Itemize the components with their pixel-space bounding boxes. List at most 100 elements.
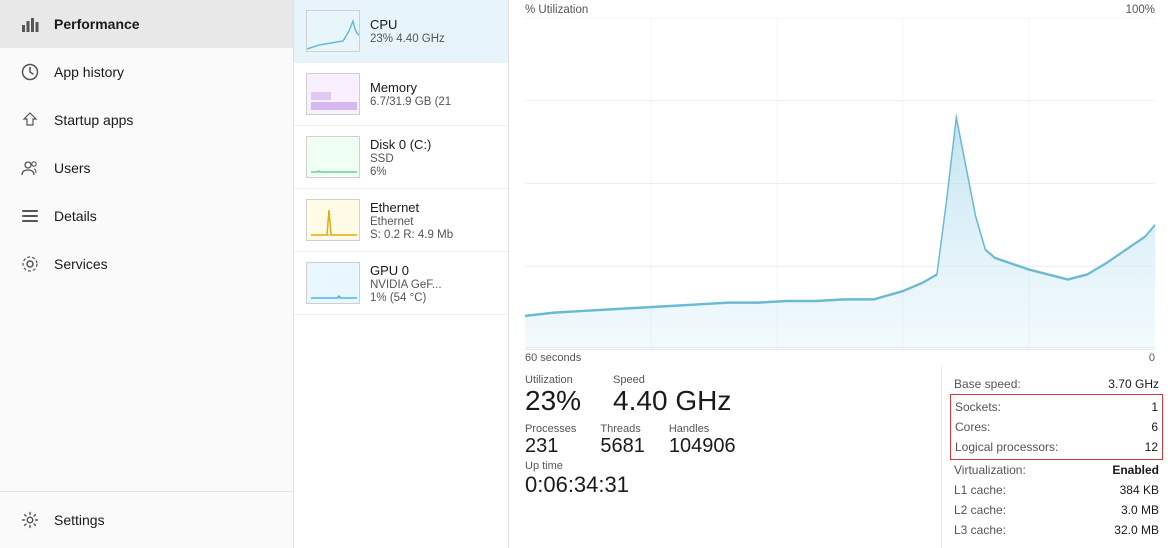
- utilization-block: Utilization 23%: [525, 374, 581, 417]
- ethernet-info: Ethernet Ethernet S: 0.2 R: 4.9 Mb: [370, 200, 496, 241]
- sidebar-item-startup-apps[interactable]: Startup apps: [0, 96, 293, 144]
- specs-panel: Base speed: 3.70 GHz Sockets: 1 Cores: 6…: [941, 366, 1171, 548]
- settings-icon: [20, 510, 40, 530]
- disk-sub2: 6%: [370, 166, 496, 178]
- spec-l2: L2 cache: 3.0 MB: [954, 500, 1159, 520]
- uptime-value: 0:06:34:31: [525, 472, 925, 498]
- zero-label: 0: [1149, 352, 1155, 364]
- l3-value: 32.0 MB: [1114, 523, 1159, 537]
- chart-footer: 60 seconds 0: [509, 350, 1171, 366]
- disk-name: Disk 0 (C:): [370, 137, 496, 152]
- gpu-thumbnail: [306, 262, 360, 304]
- l3-label: L3 cache:: [954, 523, 1006, 537]
- memory-name: Memory: [370, 80, 496, 95]
- processes-label: Processes: [525, 423, 576, 435]
- cores-label: Cores:: [955, 420, 990, 434]
- device-list: CPU 23% 4.40 GHz Memory 6.7/31.9 GB (21: [294, 0, 509, 548]
- memory-info: Memory 6.7/31.9 GB (21: [370, 80, 496, 108]
- spec-cores: Cores: 6: [955, 417, 1158, 437]
- l2-label: L2 cache:: [954, 503, 1006, 517]
- gpu-sub2: 1% (54 °C): [370, 292, 496, 304]
- detail-panel: % Utilization 100%: [509, 0, 1171, 548]
- device-item-gpu[interactable]: GPU 0 NVIDIA GeF... 1% (54 °C): [294, 252, 508, 315]
- sidebar-item-services[interactable]: Services: [0, 240, 293, 288]
- max-label: 100%: [1126, 4, 1155, 16]
- spec-logical: Logical processors: 12: [955, 437, 1158, 457]
- ethernet-sub2: S: 0.2 R: 4.9 Mb: [370, 229, 496, 241]
- virtualization-label: Virtualization:: [954, 463, 1026, 477]
- sockets-value: 1: [1151, 400, 1158, 414]
- spec-l1: L1 cache: 384 KB: [954, 480, 1159, 500]
- spec-virtualization: Virtualization: Enabled: [954, 460, 1159, 480]
- spec-base-speed: Base speed: 3.70 GHz: [954, 374, 1159, 394]
- gpu-sub1: NVIDIA GeF...: [370, 279, 496, 291]
- main-content: CPU 23% 4.40 GHz Memory 6.7/31.9 GB (21: [294, 0, 1171, 548]
- logical-label: Logical processors:: [955, 440, 1058, 454]
- l1-value: 384 KB: [1120, 483, 1159, 497]
- startup-icon: [20, 110, 40, 130]
- left-stats: Utilization 23% Speed 4.40 GHz Processes…: [509, 366, 941, 548]
- handles-block: Handles 104906: [669, 423, 736, 458]
- uptime-label: Up time: [525, 460, 925, 472]
- base-speed-value: 3.70 GHz: [1108, 377, 1159, 391]
- sidebar-item-users[interactable]: Users: [0, 144, 293, 192]
- cpu-name: CPU: [370, 17, 496, 32]
- gpu-name: GPU 0: [370, 263, 496, 278]
- ethernet-sub1: Ethernet: [370, 216, 496, 228]
- sidebar-bottom: Settings: [0, 491, 293, 548]
- stats-section: Utilization 23% Speed 4.40 GHz Processes…: [509, 366, 941, 502]
- uptime-block: Up time 0:06:34:31: [525, 460, 925, 498]
- sidebar-item-details[interactable]: Details: [0, 192, 293, 240]
- l1-label: L1 cache:: [954, 483, 1006, 497]
- utilization-value: 23%: [525, 386, 581, 417]
- sidebar-label-app-history: App history: [54, 64, 124, 80]
- cpu-chart: [525, 18, 1155, 350]
- handles-value: 104906: [669, 435, 736, 458]
- sidebar-label-users: Users: [54, 160, 91, 176]
- sidebar-item-performance[interactable]: Performance: [0, 0, 293, 48]
- utilization-label: % Utilization: [525, 4, 588, 16]
- cpu-sub: 23% 4.40 GHz: [370, 33, 496, 45]
- sockets-label: Sockets:: [955, 400, 1001, 414]
- sidebar-label-performance: Performance: [54, 16, 140, 32]
- ethernet-thumbnail: [306, 199, 360, 241]
- app-history-icon: [20, 62, 40, 82]
- threads-value: 5681: [600, 435, 645, 458]
- gpu-info: GPU 0 NVIDIA GeF... 1% (54 °C): [370, 263, 496, 304]
- speed-block: Speed 4.40 GHz: [613, 374, 731, 417]
- chart-header: % Utilization 100%: [509, 0, 1171, 18]
- time-label: 60 seconds: [525, 352, 581, 364]
- sidebar-label-settings: Settings: [54, 512, 105, 528]
- sidebar-label-services: Services: [54, 256, 108, 272]
- device-item-cpu[interactable]: CPU 23% 4.40 GHz: [294, 0, 508, 63]
- performance-icon: [20, 14, 40, 34]
- disk-sub1: SSD: [370, 153, 496, 165]
- disk-thumbnail: [306, 136, 360, 178]
- threads-label: Threads: [600, 423, 645, 435]
- base-speed-label: Base speed:: [954, 377, 1021, 391]
- cores-value: 6: [1151, 420, 1158, 434]
- device-item-ethernet[interactable]: Ethernet Ethernet S: 0.2 R: 4.9 Mb: [294, 189, 508, 252]
- device-item-memory[interactable]: Memory 6.7/31.9 GB (21: [294, 63, 508, 126]
- memory-sub: 6.7/31.9 GB (21: [370, 96, 496, 108]
- threads-block: Threads 5681: [600, 423, 645, 458]
- bottom-area: Utilization 23% Speed 4.40 GHz Processes…: [509, 366, 1171, 548]
- users-icon: [20, 158, 40, 178]
- highlight-box: Sockets: 1 Cores: 6 Logical processors: …: [950, 394, 1163, 460]
- virtualization-value: Enabled: [1112, 463, 1159, 477]
- disk-info: Disk 0 (C:) SSD 6%: [370, 137, 496, 178]
- ethernet-name: Ethernet: [370, 200, 496, 215]
- cpu-info: CPU 23% 4.40 GHz: [370, 17, 496, 45]
- speed-value: 4.40 GHz: [613, 386, 731, 417]
- handles-label: Handles: [669, 423, 736, 435]
- counts-row: Processes 231 Threads 5681 Handles 10490…: [525, 423, 925, 458]
- spec-l3: L3 cache: 32.0 MB: [954, 520, 1159, 540]
- processes-value: 231: [525, 435, 576, 458]
- l2-value: 3.0 MB: [1121, 503, 1159, 517]
- device-item-disk[interactable]: Disk 0 (C:) SSD 6%: [294, 126, 508, 189]
- processes-block: Processes 231: [525, 423, 576, 458]
- sidebar-item-app-history[interactable]: App history: [0, 48, 293, 96]
- sidebar-item-settings[interactable]: Settings: [0, 496, 293, 544]
- logical-value: 12: [1145, 440, 1158, 454]
- cpu-thumbnail: [306, 10, 360, 52]
